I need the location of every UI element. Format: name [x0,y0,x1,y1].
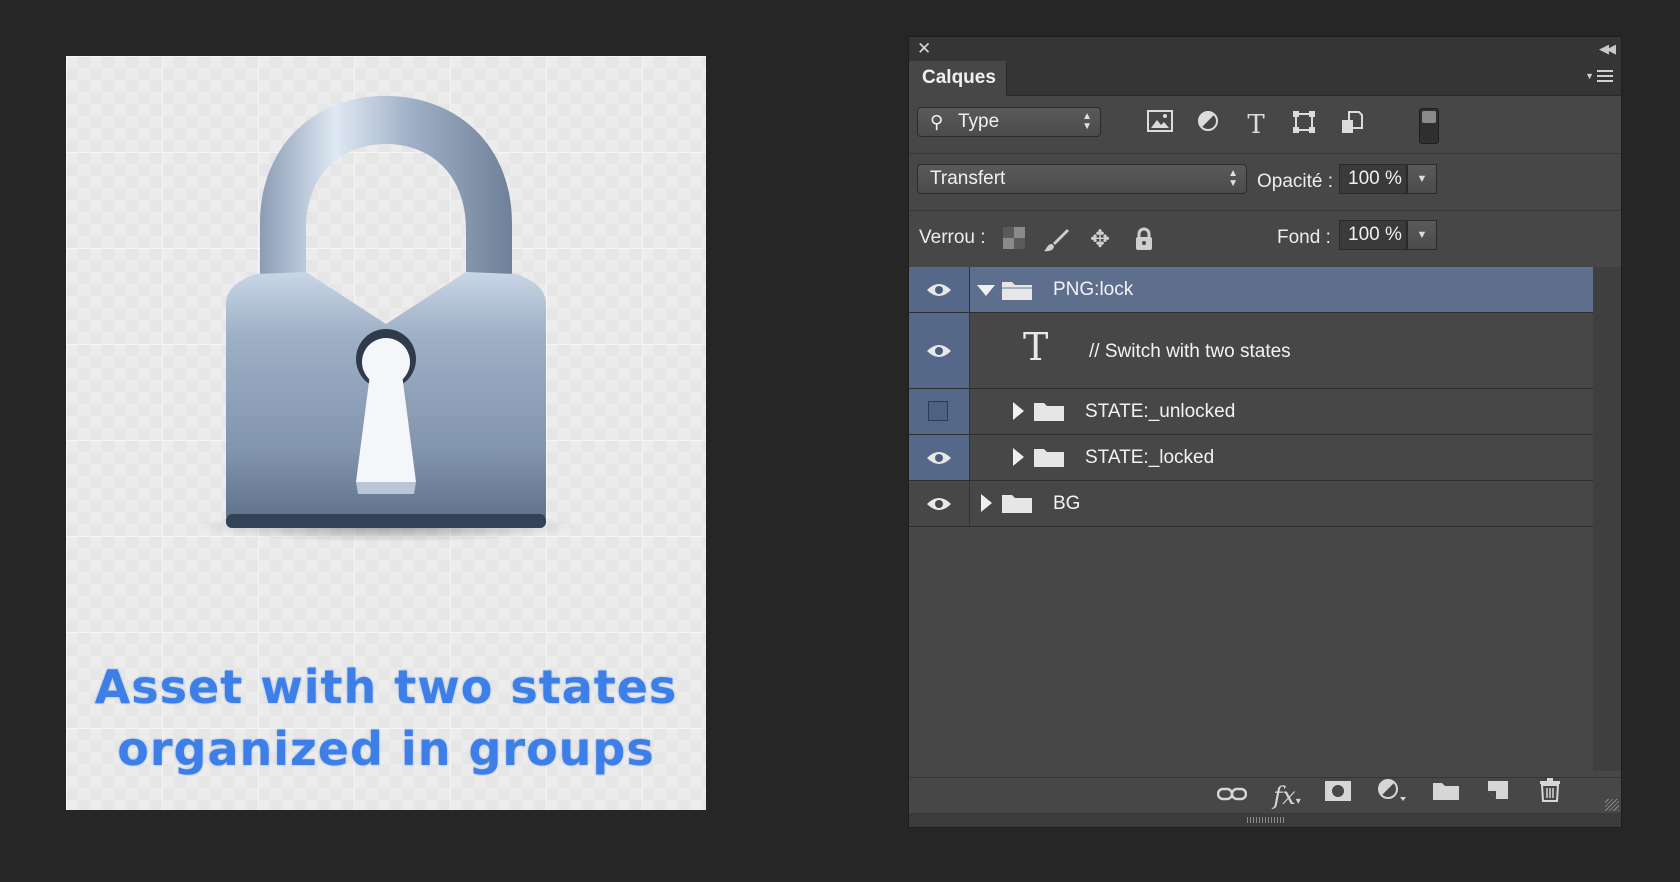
padlock-image [196,96,576,542]
link-icon[interactable] [1215,778,1249,814]
hidden-visibility-box[interactable] [928,401,948,421]
smart-object-filter-icon[interactable] [1337,110,1367,140]
layer-list-scrollbar[interactable] [1593,267,1621,771]
image-filter-icon[interactable] [1145,110,1175,140]
layer-row-png-lock[interactable]: PNG:lock [909,267,1593,313]
adjustment-filter-icon[interactable] [1193,110,1223,140]
panel-drag-handle[interactable] [909,813,1621,827]
layer-name: // Switch with two states [1089,341,1291,362]
layers-bottom-toolbar: fx▾ [909,777,1621,814]
filter-kind-label: Type [958,111,1000,132]
layer-row-text-comment[interactable]: T // Switch with two states [909,313,1593,389]
layer-name: STATE:_locked [1085,447,1215,468]
asset-preview-canvas: Asset with two states organized in group… [66,56,706,810]
mask-icon[interactable] [1323,778,1353,814]
layer-row-state-locked[interactable]: STATE:_locked [909,435,1593,481]
visibility-cell[interactable] [909,481,970,526]
disclosure-collapsed-icon[interactable] [1013,402,1024,420]
lock-transparency-icon[interactable] [1001,227,1027,253]
opacity-dropdown-button[interactable]: ▼ [1407,164,1437,194]
layer-name: BG [1053,493,1081,514]
panel-menu-icon[interactable]: ▼ [1585,67,1613,87]
folder-icon [1002,495,1032,513]
visibility-cell[interactable] [909,313,970,388]
lock-position-move-icon[interactable]: ✥ [1087,227,1113,253]
updown-arrows-icon: ▲ ▼ [1228,168,1238,189]
search-icon: ⚲ [930,112,944,132]
lock-all-padlock-icon[interactable] [1131,227,1157,253]
disclosure-expanded-icon[interactable] [977,285,995,296]
visibility-cell[interactable] [909,267,970,312]
new-layer-icon[interactable] [1483,778,1513,814]
visibility-cell[interactable] [909,435,970,480]
panel-title-bar: ✕ ◀◀ [909,37,1621,61]
layer-row-state-unlocked[interactable]: STATE:_unlocked [909,389,1593,435]
layer-name: PNG:lock [1053,279,1134,300]
opacity-input[interactable]: 100 % [1339,164,1407,194]
text-layer-thumbnail-icon: T [1023,325,1049,369]
caption-line-1: Asset with two states [94,660,678,714]
fill-dropdown-button[interactable]: ▼ [1407,220,1437,250]
layer-row-bg[interactable]: BG [909,481,1593,527]
disclosure-collapsed-icon[interactable] [1013,448,1024,466]
preview-caption: Asset with two states organized in group… [66,656,706,780]
shape-filter-icon[interactable] [1289,110,1319,140]
trash-icon[interactable] [1535,778,1565,814]
type-filter-icon[interactable]: T [1241,110,1271,140]
updown-arrows-icon: ▲ ▼ [1082,111,1092,132]
filter-kind-select[interactable]: ⚲ Type ▲ ▼ [917,107,1101,137]
disclosure-collapsed-icon[interactable] [981,494,992,512]
filter-toggle-switch[interactable] [1419,108,1439,144]
blend-mode-label: Transfert [930,168,1006,189]
fx-icon[interactable]: fx▾ [1267,778,1307,814]
adjustment-icon[interactable] [1375,778,1409,814]
caption-line-2: organized in groups [117,722,655,776]
eye-icon[interactable] [926,450,952,466]
opacity-label: Opacité : [1257,171,1334,192]
eye-icon[interactable] [926,496,952,512]
eye-icon[interactable] [926,282,952,298]
folder-icon [1034,449,1064,467]
tab-layers[interactable]: Calques [909,61,1007,96]
visibility-cell[interactable] [909,389,970,434]
eye-icon[interactable] [926,343,952,359]
lock-pixels-brush-icon[interactable] [1043,227,1069,253]
folder-icon [1034,403,1064,421]
fill-input[interactable]: 100 % [1339,220,1407,250]
layers-panel: ✕ ◀◀ Calques ▼ ⚲ Type ▲ ▼ T Transfert ▲ ▼ … [908,36,1622,828]
resize-grip-icon[interactable] [1605,799,1619,811]
layer-name: STATE:_unlocked [1085,401,1236,422]
layer-list: PNG:lock T // Switch with two states STA… [909,267,1593,771]
fill-label: Fond : [1277,227,1331,248]
lock-label: Verrou : [919,227,986,248]
close-icon[interactable]: ✕ [917,37,931,61]
open-folder-icon [1002,282,1032,300]
collapse-icon[interactable]: ◀◀ [1599,37,1616,61]
panel-tab-bar: Calques ▼ [909,61,1621,96]
blend-mode-select[interactable]: Transfert ▲ ▼ [917,164,1247,194]
new-group-icon[interactable] [1429,778,1463,814]
